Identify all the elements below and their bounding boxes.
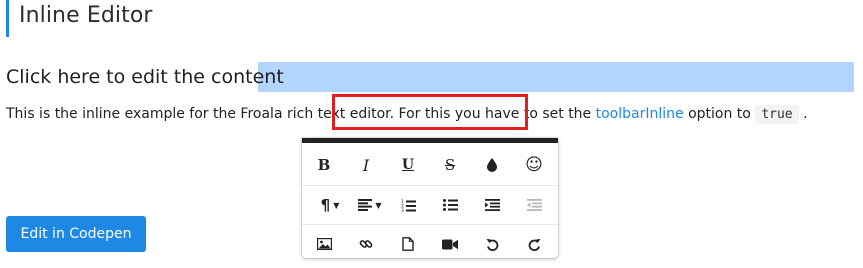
strikethrough-button[interactable]: S (430, 146, 470, 184)
indent-button[interactable] (472, 186, 512, 224)
insert-file-button[interactable] (388, 225, 428, 263)
heading-accent-bar (6, 0, 9, 37)
insert-video-button[interactable] (430, 225, 470, 263)
color-button[interactable] (472, 146, 512, 184)
italic-icon: I (362, 155, 370, 175)
toolbar-row-paragraph: ¶ ▼ ▼ 123 (302, 185, 558, 224)
outdent-icon (526, 199, 542, 211)
toolbar-row-insert (302, 224, 558, 263)
paragraph-format-button[interactable]: ¶ ▼ (310, 186, 350, 224)
strikethrough-icon: S (444, 156, 456, 174)
unordered-list-icon (442, 199, 458, 211)
toolbar-inline-link[interactable]: toolbarInline (596, 106, 684, 122)
svg-text:3: 3 (401, 208, 404, 212)
pilcrow-icon: ¶ (320, 196, 331, 214)
insert-image-button[interactable] (304, 225, 344, 263)
inline-code: true (755, 105, 799, 124)
droplet-icon (487, 158, 497, 172)
inline-toolbar: B I U S ☺ ¶ ▼ ▼ 123 (302, 138, 558, 258)
image-icon (316, 238, 332, 250)
emoticons-button[interactable]: ☺ (514, 146, 554, 184)
undo-button[interactable] (472, 225, 512, 263)
align-button[interactable]: ▼ (350, 186, 390, 224)
ordered-list-button[interactable]: 123 (388, 186, 428, 224)
bold-icon: B (317, 156, 331, 174)
smiley-icon: ☺ (525, 155, 543, 175)
paragraph-text-2: option to (683, 106, 756, 122)
unordered-list-button[interactable] (430, 186, 470, 224)
align-left-icon (358, 199, 373, 211)
outdent-button[interactable] (514, 186, 554, 224)
chevron-down-icon: ▼ (333, 200, 340, 210)
underline-icon: U (401, 157, 415, 173)
redo-icon (528, 238, 540, 251)
page-title: Inline Editor (19, 3, 153, 28)
italic-button[interactable]: I (346, 146, 386, 184)
edit-in-codepen-button[interactable]: Edit in Codepen (6, 216, 146, 252)
undo-icon (486, 238, 498, 251)
ordered-list-icon: 123 (401, 199, 416, 212)
insert-link-button[interactable] (346, 225, 386, 263)
video-icon (442, 239, 458, 249)
redo-button[interactable] (514, 225, 554, 263)
link-icon (359, 240, 373, 248)
editable-title[interactable]: Click here to edit the content (6, 66, 284, 88)
paragraph-end: . (798, 106, 808, 122)
toolbar-row-text-format: B I U S ☺ (302, 146, 558, 184)
indent-icon (484, 199, 500, 211)
chevron-down-icon: ▼ (375, 200, 382, 210)
highlight-annotation-box (332, 94, 528, 130)
bold-button[interactable]: B (304, 146, 344, 184)
underline-button[interactable]: U (388, 146, 428, 184)
selection-highlight (258, 62, 854, 92)
file-icon (402, 237, 414, 251)
